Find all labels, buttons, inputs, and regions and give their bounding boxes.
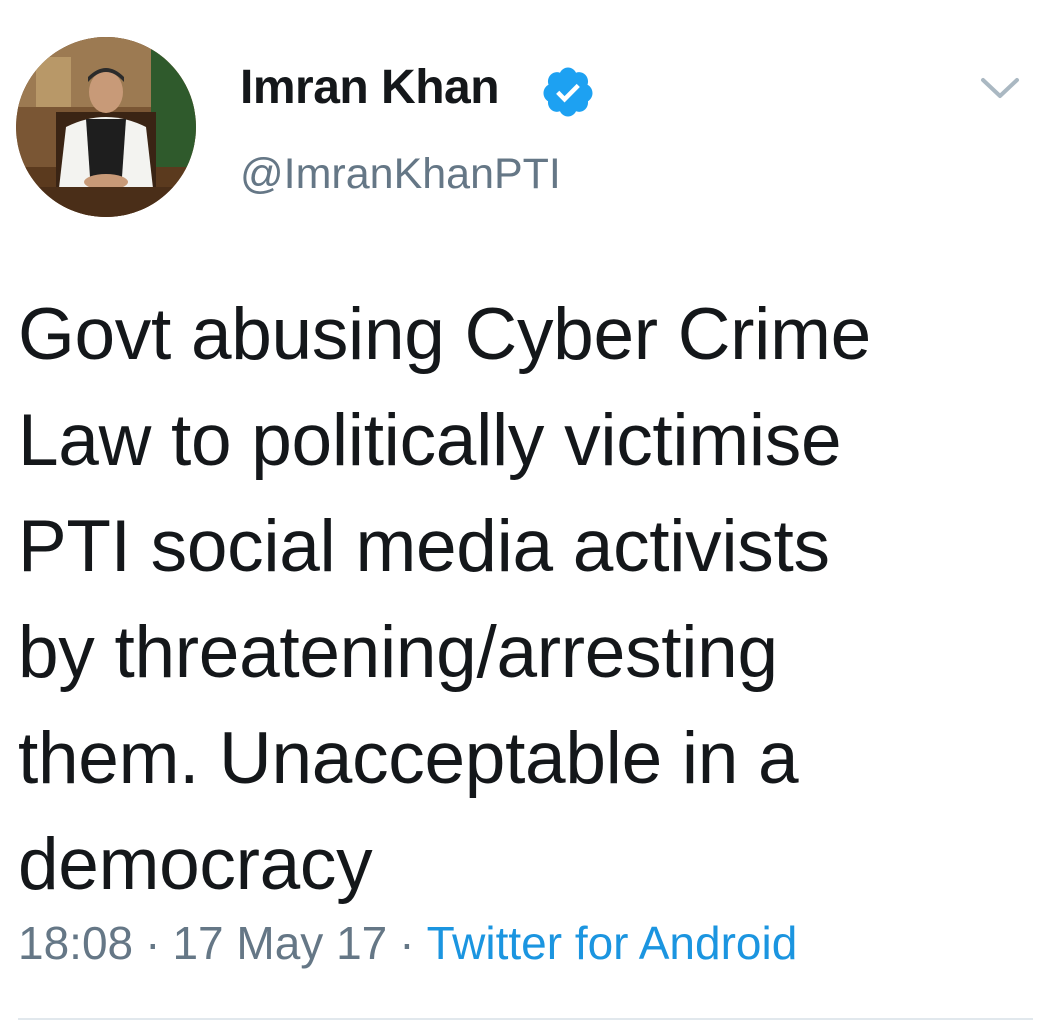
verified-badge-icon bbox=[543, 67, 593, 117]
avatar[interactable] bbox=[16, 37, 196, 217]
meta-separator: · bbox=[145, 917, 161, 969]
tweet-time[interactable]: 18:08 bbox=[18, 917, 133, 969]
tweet-card: Imran Khan @ImranKhanPTI Govt abusing Cy… bbox=[0, 0, 1051, 1031]
divider bbox=[18, 1018, 1033, 1020]
display-name[interactable]: Imran Khan bbox=[240, 58, 500, 118]
tweet-date[interactable]: 17 May 17 bbox=[172, 917, 387, 969]
meta-separator: · bbox=[399, 917, 415, 969]
user-handle[interactable]: @ImranKhanPTI bbox=[240, 146, 561, 202]
tweet-text: Govt abusing Cyber Crime Law to politica… bbox=[18, 294, 871, 905]
chevron-down-icon[interactable] bbox=[975, 70, 1025, 106]
tweet-source-link[interactable]: Twitter for Android bbox=[427, 917, 798, 969]
tweet-meta: 18:08 · 17 May 17 · Twitter for Android bbox=[18, 910, 797, 976]
